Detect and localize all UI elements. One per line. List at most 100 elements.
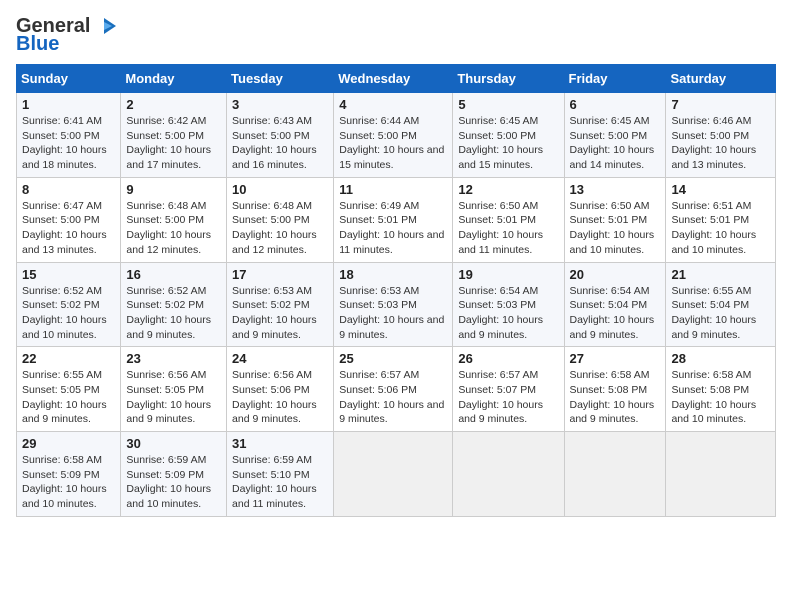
- day-info: Sunrise: 6:58 AM Sunset: 5:08 PM Dayligh…: [570, 368, 661, 427]
- day-info: Sunrise: 6:54 AM Sunset: 5:04 PM Dayligh…: [570, 284, 661, 343]
- col-header-thursday: Thursday: [453, 65, 564, 93]
- day-info: Sunrise: 6:42 AM Sunset: 5:00 PM Dayligh…: [126, 114, 221, 173]
- day-number: 30: [126, 436, 221, 451]
- day-info: Sunrise: 6:50 AM Sunset: 5:01 PM Dayligh…: [570, 199, 661, 258]
- day-number: 12: [458, 182, 558, 197]
- day-number: 2: [126, 97, 221, 112]
- day-info: Sunrise: 6:44 AM Sunset: 5:00 PM Dayligh…: [339, 114, 447, 173]
- day-info: Sunrise: 6:45 AM Sunset: 5:00 PM Dayligh…: [570, 114, 661, 173]
- day-number: 7: [671, 97, 770, 112]
- day-number: 11: [339, 182, 447, 197]
- day-info: Sunrise: 6:46 AM Sunset: 5:00 PM Dayligh…: [671, 114, 770, 173]
- calendar-cell: 13Sunrise: 6:50 AM Sunset: 5:01 PM Dayli…: [564, 177, 666, 262]
- day-info: Sunrise: 6:48 AM Sunset: 5:00 PM Dayligh…: [232, 199, 328, 258]
- calendar-cell: 17 Sunrise: 6:53 AM Sunset: 5:02 PM Dayli…: [227, 262, 334, 347]
- calendar-cell: 14Sunrise: 6:51 AM Sunset: 5:01 PM Dayli…: [666, 177, 776, 262]
- calendar-cell: 7 Sunrise: 6:46 AM Sunset: 5:00 PM Daylig…: [666, 93, 776, 178]
- col-header-tuesday: Tuesday: [227, 65, 334, 93]
- day-info: Sunrise: 6:41 AM Sunset: 5:00 PM Dayligh…: [22, 114, 115, 173]
- logo-blue: Blue: [16, 34, 59, 54]
- calendar-cell: 19 Sunrise: 6:54 AM Sunset: 5:03 PM Dayli…: [453, 262, 564, 347]
- calendar-cell: 6 Sunrise: 6:45 AM Sunset: 5:00 PM Daylig…: [564, 93, 666, 178]
- day-info: Sunrise: 6:52 AM Sunset: 5:02 PM Dayligh…: [126, 284, 221, 343]
- day-number: 15: [22, 267, 115, 282]
- calendar-cell: 22Sunrise: 6:55 AM Sunset: 5:05 PM Dayli…: [17, 347, 121, 432]
- day-number: 3: [232, 97, 328, 112]
- day-info: Sunrise: 6:59 AM Sunset: 5:09 PM Dayligh…: [126, 453, 221, 512]
- day-number: 17: [232, 267, 328, 282]
- calendar-cell: 12 Sunrise: 6:50 AM Sunset: 5:01 PM Dayli…: [453, 177, 564, 262]
- day-info: Sunrise: 6:50 AM Sunset: 5:01 PM Dayligh…: [458, 199, 558, 258]
- day-number: 1: [22, 97, 115, 112]
- day-number: 4: [339, 97, 447, 112]
- day-number: 28: [671, 351, 770, 366]
- calendar-cell: [564, 432, 666, 517]
- day-info: Sunrise: 6:56 AM Sunset: 5:05 PM Dayligh…: [126, 368, 221, 427]
- day-number: 19: [458, 267, 558, 282]
- calendar-cell: [453, 432, 564, 517]
- calendar-cell: 23 Sunrise: 6:56 AM Sunset: 5:05 PM Dayli…: [121, 347, 227, 432]
- day-number: 22: [22, 351, 115, 366]
- day-number: 27: [570, 351, 661, 366]
- day-number: 5: [458, 97, 558, 112]
- calendar-cell: 25 Sunrise: 6:57 AM Sunset: 5:06 PM Dayli…: [334, 347, 453, 432]
- calendar-cell: 15 Sunrise: 6:52 AM Sunset: 5:02 PM Dayli…: [17, 262, 121, 347]
- calendar-cell: [666, 432, 776, 517]
- day-number: 29: [22, 436, 115, 451]
- day-info: Sunrise: 6:57 AM Sunset: 5:06 PM Dayligh…: [339, 368, 447, 427]
- day-info: Sunrise: 6:51 AM Sunset: 5:01 PM Dayligh…: [671, 199, 770, 258]
- calendar-cell: 29Sunrise: 6:58 AM Sunset: 5:09 PM Dayli…: [17, 432, 121, 517]
- calendar-cell: 9 Sunrise: 6:48 AM Sunset: 5:00 PM Daylig…: [121, 177, 227, 262]
- day-number: 20: [570, 267, 661, 282]
- day-info: Sunrise: 6:56 AM Sunset: 5:06 PM Dayligh…: [232, 368, 328, 427]
- day-info: Sunrise: 6:53 AM Sunset: 5:02 PM Dayligh…: [232, 284, 328, 343]
- calendar-cell: 1 Sunrise: 6:41 AM Sunset: 5:00 PM Daylig…: [17, 93, 121, 178]
- calendar-cell: 16 Sunrise: 6:52 AM Sunset: 5:02 PM Dayli…: [121, 262, 227, 347]
- calendar-cell: 2 Sunrise: 6:42 AM Sunset: 5:00 PM Daylig…: [121, 93, 227, 178]
- day-info: Sunrise: 6:59 AM Sunset: 5:10 PM Dayligh…: [232, 453, 328, 512]
- col-header-sunday: Sunday: [17, 65, 121, 93]
- calendar-cell: 26 Sunrise: 6:57 AM Sunset: 5:07 PM Dayli…: [453, 347, 564, 432]
- week-row-4: 22Sunrise: 6:55 AM Sunset: 5:05 PM Dayli…: [17, 347, 776, 432]
- day-number: 8: [22, 182, 115, 197]
- logo: General Blue: [16, 16, 118, 54]
- day-info: Sunrise: 6:57 AM Sunset: 5:07 PM Dayligh…: [458, 368, 558, 427]
- day-number: 16: [126, 267, 221, 282]
- day-number: 9: [126, 182, 221, 197]
- calendar-cell: 3 Sunrise: 6:43 AM Sunset: 5:00 PM Daylig…: [227, 93, 334, 178]
- calendar-cell: 30 Sunrise: 6:59 AM Sunset: 5:09 PM Dayli…: [121, 432, 227, 517]
- col-header-friday: Friday: [564, 65, 666, 93]
- day-info: Sunrise: 6:53 AM Sunset: 5:03 PM Dayligh…: [339, 284, 447, 343]
- day-number: 26: [458, 351, 558, 366]
- day-info: Sunrise: 6:58 AM Sunset: 5:08 PM Dayligh…: [671, 368, 770, 427]
- day-info: Sunrise: 6:45 AM Sunset: 5:00 PM Dayligh…: [458, 114, 558, 173]
- week-row-3: 15 Sunrise: 6:52 AM Sunset: 5:02 PM Dayli…: [17, 262, 776, 347]
- day-info: Sunrise: 6:55 AM Sunset: 5:04 PM Dayligh…: [671, 284, 770, 343]
- day-number: 23: [126, 351, 221, 366]
- calendar-cell: 4 Sunrise: 6:44 AM Sunset: 5:00 PM Daylig…: [334, 93, 453, 178]
- calendar-cell: 24Sunrise: 6:56 AM Sunset: 5:06 PM Dayli…: [227, 347, 334, 432]
- day-number: 21: [671, 267, 770, 282]
- day-info: Sunrise: 6:47 AM Sunset: 5:00 PM Dayligh…: [22, 199, 115, 258]
- calendar-cell: 18 Sunrise: 6:53 AM Sunset: 5:03 PM Dayli…: [334, 262, 453, 347]
- calendar-cell: 8 Sunrise: 6:47 AM Sunset: 5:00 PM Daylig…: [17, 177, 121, 262]
- calendar-header-row: SundayMondayTuesdayWednesdayThursdayFrid…: [17, 65, 776, 93]
- day-number: 10: [232, 182, 328, 197]
- calendar-cell: 5 Sunrise: 6:45 AM Sunset: 5:00 PM Daylig…: [453, 93, 564, 178]
- calendar-cell: [334, 432, 453, 517]
- col-header-saturday: Saturday: [666, 65, 776, 93]
- day-number: 25: [339, 351, 447, 366]
- week-row-5: 29Sunrise: 6:58 AM Sunset: 5:09 PM Dayli…: [17, 432, 776, 517]
- calendar-cell: 21 Sunrise: 6:55 AM Sunset: 5:04 PM Dayli…: [666, 262, 776, 347]
- day-info: Sunrise: 6:54 AM Sunset: 5:03 PM Dayligh…: [458, 284, 558, 343]
- day-number: 6: [570, 97, 661, 112]
- day-info: Sunrise: 6:49 AM Sunset: 5:01 PM Dayligh…: [339, 199, 447, 258]
- day-number: 31: [232, 436, 328, 451]
- day-number: 18: [339, 267, 447, 282]
- day-info: Sunrise: 6:52 AM Sunset: 5:02 PM Dayligh…: [22, 284, 115, 343]
- day-info: Sunrise: 6:43 AM Sunset: 5:00 PM Dayligh…: [232, 114, 328, 173]
- calendar-cell: 20 Sunrise: 6:54 AM Sunset: 5:04 PM Dayli…: [564, 262, 666, 347]
- page-header: General Blue: [16, 16, 776, 54]
- day-info: Sunrise: 6:48 AM Sunset: 5:00 PM Dayligh…: [126, 199, 221, 258]
- calendar-table: SundayMondayTuesdayWednesdayThursdayFrid…: [16, 64, 776, 517]
